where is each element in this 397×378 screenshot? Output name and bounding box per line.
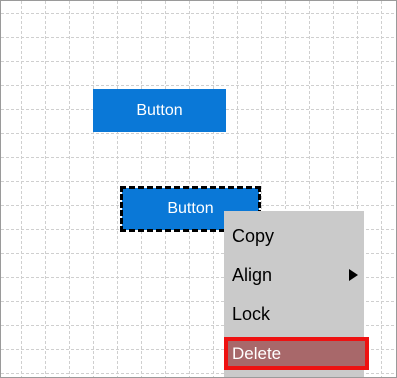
submenu-arrow-icon: [349, 269, 358, 281]
design-canvas[interactable]: Button Button Copy Align Lock Delete: [0, 0, 397, 378]
menu-item-lock-label: Lock: [232, 303, 271, 324]
menu-item-align-label: Align: [232, 264, 273, 285]
menu-item-copy-label: Copy: [232, 225, 275, 246]
menu-item-lock[interactable]: Lock: [224, 295, 364, 333]
menu-item-copy[interactable]: Copy: [224, 217, 364, 255]
menu-item-align[interactable]: Align: [224, 256, 364, 294]
canvas-button-1-label: Button: [136, 101, 183, 119]
canvas-button-2-label: Button: [167, 200, 214, 217]
menu-item-delete-label: Delete: [232, 343, 282, 363]
menu-item-delete[interactable]: Delete: [224, 337, 369, 370]
context-menu: Copy Align Lock Delete: [224, 211, 369, 377]
canvas-button-1[interactable]: Button: [93, 89, 226, 132]
